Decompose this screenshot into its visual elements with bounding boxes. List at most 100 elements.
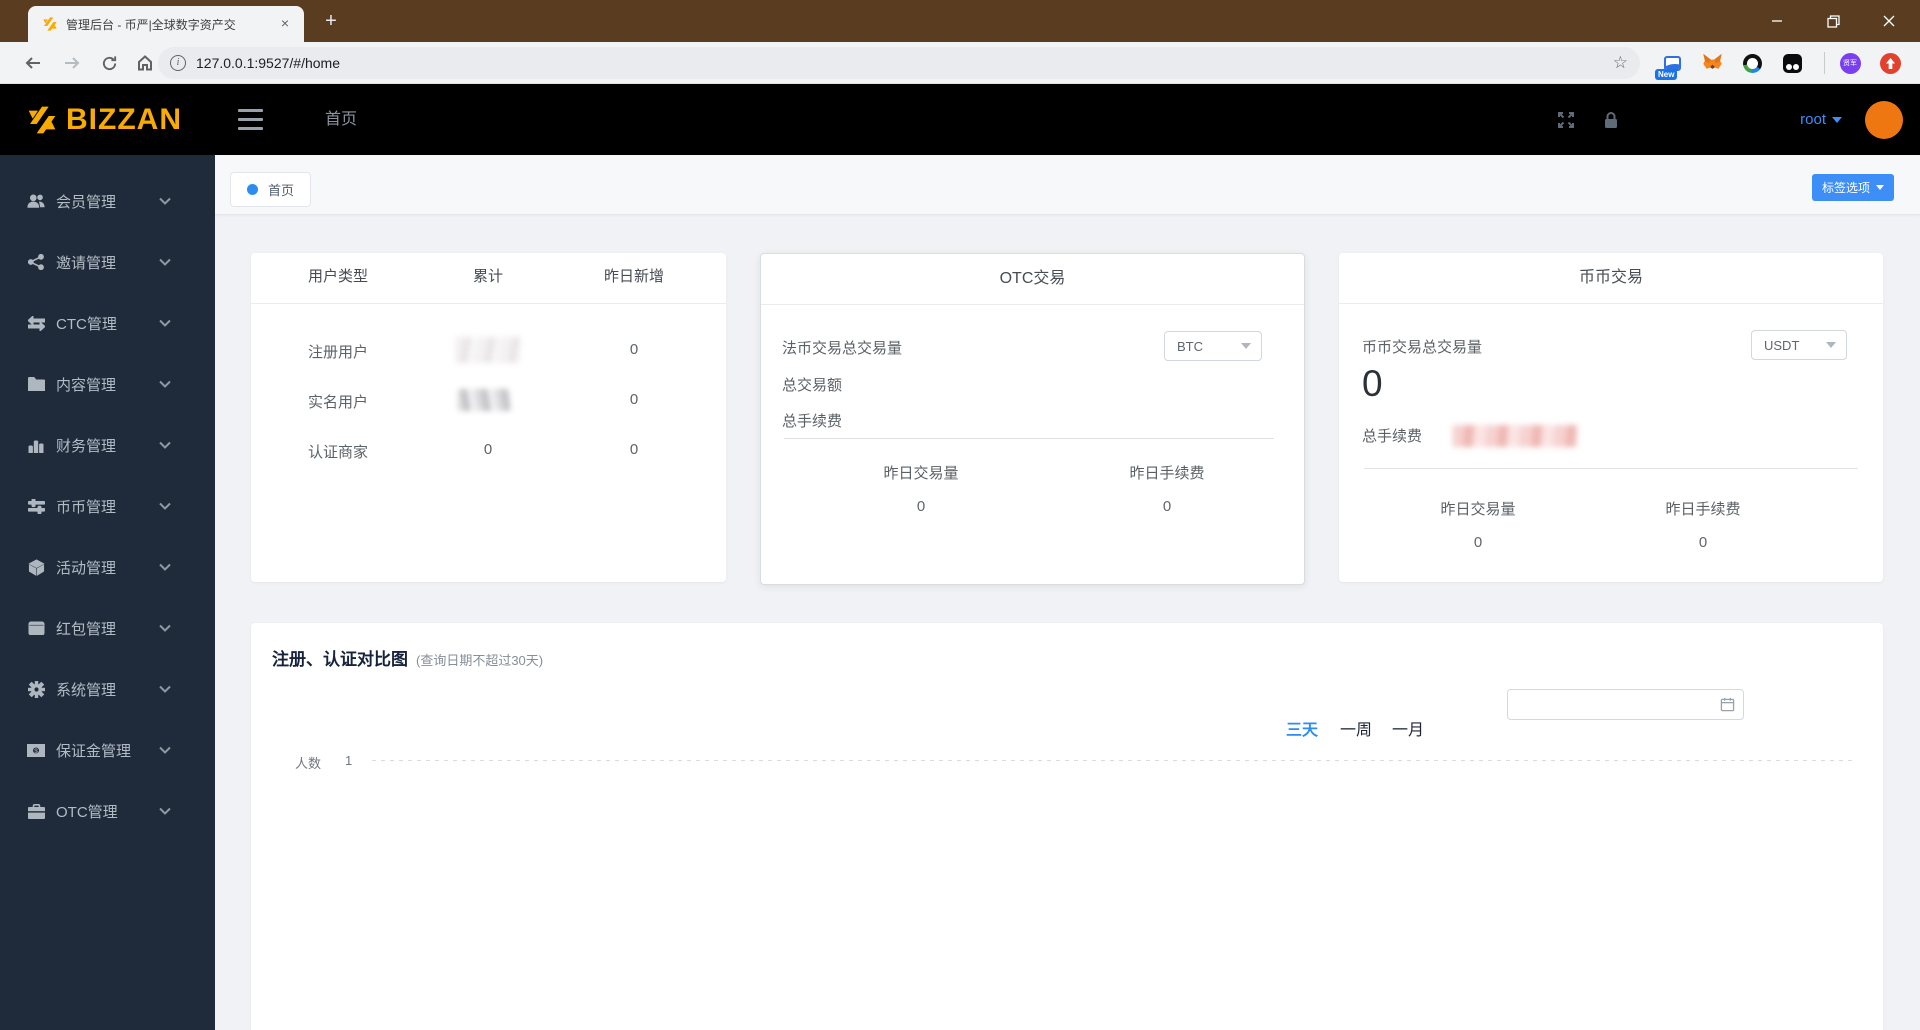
- hamburger-menu-icon[interactable]: [238, 109, 263, 130]
- sidebar-item-activities[interactable]: 活动管理: [0, 539, 215, 595]
- calendar-icon: [1720, 697, 1735, 712]
- page-info-icon[interactable]: i: [170, 55, 186, 71]
- yesterday-volume-label: 昨日交易量: [883, 465, 959, 482]
- sidebar-item-margin[interactable]: $ 保证金管理: [0, 722, 215, 778]
- extension-uploader-icon[interactable]: [1877, 50, 1903, 76]
- users-icon: [27, 192, 45, 210]
- avatar[interactable]: [1865, 101, 1903, 139]
- chevron-down-icon: [158, 499, 172, 513]
- col-header-user-type: 用户类型: [308, 268, 369, 285]
- window-close-button[interactable]: [1866, 0, 1912, 42]
- yesterday-fee-label: 昨日手续费: [1665, 501, 1741, 518]
- favicon-bizzan-icon: [43, 17, 57, 31]
- sidebar-item-spot[interactable]: 币币管理: [0, 478, 215, 534]
- yesterday-fee-value: 0: [1698, 534, 1708, 551]
- tab-home-tag[interactable]: 首页: [230, 172, 312, 207]
- period-one-month[interactable]: 一月: [1392, 716, 1424, 740]
- briefcase-icon: [27, 802, 45, 820]
- chart-gridline: [372, 760, 1856, 761]
- url-text[interactable]: 127.0.0.1:9527/#/home: [196, 55, 340, 71]
- chevron-down-icon: [1832, 116, 1842, 123]
- logo-text: BIZZAN: [66, 102, 182, 136]
- extension-ring-icon[interactable]: [1739, 50, 1765, 76]
- total-volume-label: 法币交易总交易量: [782, 340, 903, 357]
- url-bar[interactable]: i 127.0.0.1:9527/#/home ☆: [158, 47, 1640, 79]
- col-header-yesterday: 昨日新增: [603, 268, 665, 285]
- active-tag-dot: [247, 184, 258, 195]
- yesterday-volume-value: 0: [916, 498, 926, 515]
- chevron-down-icon: [158, 804, 172, 818]
- extension-sidebar-icon[interactable]: New: [1655, 50, 1685, 80]
- window-restore-button[interactable]: [1810, 0, 1856, 42]
- cube-icon: [27, 558, 45, 576]
- tag-options-button[interactable]: 标签选项: [1811, 174, 1894, 201]
- chevron-down-icon: [158, 438, 172, 452]
- extension-avatar-icon[interactable]: 贤军: [1837, 50, 1863, 76]
- fullscreen-icon[interactable]: [1549, 84, 1583, 155]
- date-range-input[interactable]: [1507, 689, 1744, 720]
- user-menu[interactable]: root: [1800, 84, 1842, 155]
- extension-metamask-icon[interactable]: [1699, 50, 1725, 76]
- sidebar: 会员管理 邀请管理 CTC管理 内容管理 财务管理 币币管理 活动管理 红包管理…: [0, 155, 215, 1030]
- chart-subtitle: (查询日期不超过30天): [416, 653, 544, 668]
- browser-tab[interactable]: 管理后台 - 币严|全球数字资产交 ×: [28, 6, 304, 42]
- period-three-days[interactable]: 三天: [1286, 716, 1318, 740]
- period-one-week[interactable]: 一周: [1340, 716, 1372, 740]
- chevron-down-icon: [1826, 342, 1836, 348]
- username: root: [1800, 111, 1826, 128]
- spot-trade-card: 币币交易 币币交易总交易量 USDT 0 总手续费 昨日交易量 昨日手续费 0 …: [1339, 253, 1883, 582]
- folder-icon: [27, 375, 45, 393]
- user-type-card: 用户类型 累计 昨日新增 注册用户 0 实名用户 0 认证商家 0 0: [251, 253, 726, 582]
- chevron-down-icon: [1876, 185, 1884, 190]
- coin-select[interactable]: BTC: [1164, 331, 1262, 361]
- sliders-icon: [27, 497, 45, 515]
- card-title: OTC交易: [999, 270, 1066, 287]
- banknote-icon: $: [27, 741, 45, 759]
- back-icon[interactable]: [17, 47, 49, 79]
- sidebar-item-finance[interactable]: 财务管理: [0, 417, 215, 473]
- home-icon[interactable]: [129, 47, 161, 79]
- nav-home[interactable]: 首页: [325, 84, 357, 155]
- tag-bar: 首页 标签选项: [215, 155, 1920, 215]
- exchange-icon: [27, 314, 45, 332]
- lock-icon[interactable]: [1594, 84, 1628, 155]
- total-fee-label: 总手续费: [782, 413, 843, 430]
- bizzan-logo[interactable]: BIZZAN: [24, 84, 182, 155]
- tab-title: 管理后台 - 币严|全球数字资产交: [66, 17, 236, 32]
- bookmark-star-icon[interactable]: ☆: [1613, 53, 1628, 73]
- divider: [251, 303, 726, 304]
- yesterday-volume-label: 昨日交易量: [1440, 501, 1516, 518]
- chevron-down-icon: [158, 194, 172, 208]
- card-title: 币币交易: [1578, 269, 1643, 286]
- sidebar-item-otc[interactable]: OTC管理: [0, 783, 215, 839]
- yesterday-volume-value: 0: [1473, 534, 1483, 551]
- sidebar-item-invites[interactable]: 邀请管理: [0, 234, 215, 290]
- chevron-down-icon: [158, 316, 172, 330]
- chevron-down-icon: [158, 255, 172, 269]
- forward-icon[interactable]: [56, 47, 88, 79]
- reload-icon[interactable]: [93, 47, 125, 79]
- window-minimize-button[interactable]: [1754, 0, 1800, 42]
- chevron-down-icon: [158, 560, 172, 574]
- total-volume-label: 币币交易总交易量: [1362, 339, 1483, 356]
- extension-black-icon[interactable]: [1779, 50, 1805, 76]
- sidebar-item-system[interactable]: 系统管理: [0, 661, 215, 717]
- coin-select[interactable]: USDT: [1751, 330, 1847, 360]
- divider: [784, 438, 1274, 439]
- chevron-down-icon: [158, 621, 172, 635]
- sidebar-item-content[interactable]: 内容管理: [0, 356, 215, 412]
- wallet-icon: [27, 619, 45, 637]
- censored-value: [455, 337, 521, 363]
- tab-close-icon[interactable]: ×: [276, 15, 294, 33]
- sidebar-item-members[interactable]: 会员管理: [0, 173, 215, 229]
- browser-toolbar: i 127.0.0.1:9527/#/home ☆ New 贤军: [0, 42, 1920, 84]
- new-tab-button[interactable]: +: [318, 9, 344, 35]
- sidebar-item-redpacket[interactable]: 红包管理: [0, 600, 215, 656]
- y-axis-label: 人数: [295, 756, 322, 771]
- share-icon: [27, 253, 45, 271]
- gear-icon: [27, 680, 45, 698]
- col-header-total: 累计: [472, 268, 504, 285]
- screen: 管理后台 - 币严|全球数字资产交 × + i 127.0.0.1:9527/#…: [0, 0, 1920, 1030]
- chart-card: 注册、认证对比图 (查询日期不超过30天) 三天 一周 一月 人数 1: [251, 623, 1883, 1030]
- sidebar-item-ctc[interactable]: CTC管理: [0, 295, 215, 351]
